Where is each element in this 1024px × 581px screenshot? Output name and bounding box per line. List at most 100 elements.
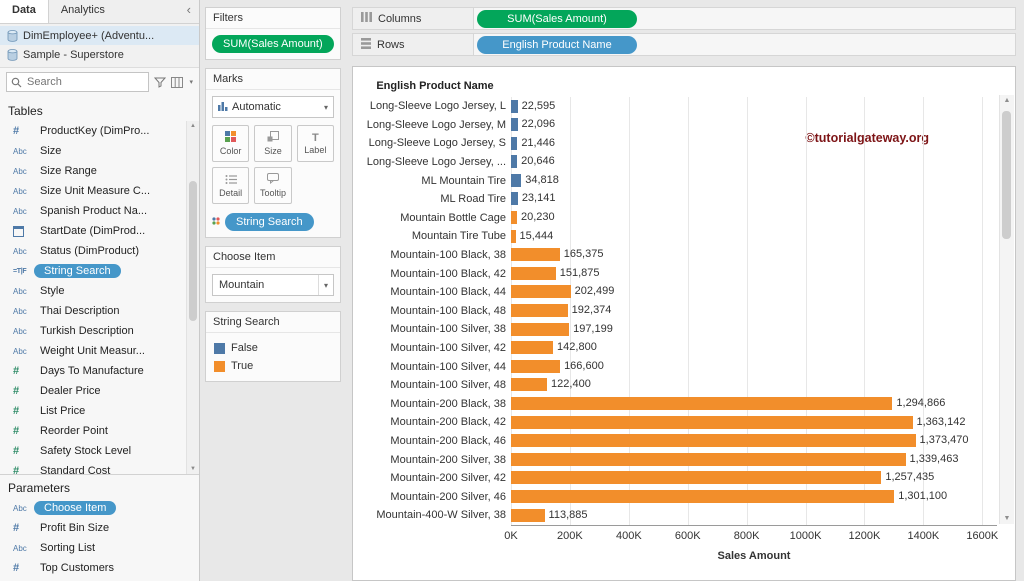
field-item[interactable]: #ProductKey (DimPro... — [0, 121, 185, 141]
bar[interactable] — [511, 490, 894, 503]
bar[interactable] — [511, 341, 553, 354]
scroll-down-icon[interactable]: ▼ — [187, 466, 199, 472]
field-item[interactable]: AbcWeight Unit Measur... — [0, 341, 185, 361]
bar-category-label[interactable]: Mountain-400-W Silver, 38 — [359, 509, 511, 521]
view-options-icon[interactable] — [171, 77, 183, 88]
view-options-caret-icon[interactable]: ▾ — [189, 78, 193, 86]
legend-item-false[interactable]: False — [212, 339, 334, 357]
field-item[interactable]: #Safety Stock Level — [0, 441, 185, 461]
bar[interactable] — [511, 100, 518, 113]
field-item[interactable]: #Standard Cost — [0, 461, 185, 474]
bar-category-label[interactable]: Mountain-200 Black, 38 — [359, 398, 511, 410]
datasource-item[interactable]: DimEmployee+ (Adventu... — [0, 26, 199, 45]
field-item[interactable]: #Reorder Point — [0, 421, 185, 441]
bar-category-label[interactable]: Mountain-200 Silver, 42 — [359, 472, 511, 484]
field-item[interactable]: AbcTurkish Description — [0, 321, 185, 341]
bar[interactable] — [511, 360, 560, 373]
parameter-item[interactable]: #Top Customers — [0, 558, 199, 578]
color-button[interactable]: Color — [212, 125, 249, 162]
bar-category-label[interactable]: Mountain-100 Silver, 48 — [359, 379, 511, 391]
color-pill-string-search[interactable]: String Search — [225, 213, 314, 231]
parameter-item[interactable]: AbcChoose Item — [0, 498, 199, 518]
datasource-item[interactable]: Sample - Superstore — [0, 45, 199, 64]
bar-category-label[interactable]: Mountain-200 Black, 46 — [359, 435, 511, 447]
bar[interactable] — [511, 267, 556, 280]
bar[interactable] — [511, 285, 571, 298]
bar[interactable] — [511, 323, 569, 336]
field-item[interactable]: StartDate (DimProd... — [0, 221, 185, 241]
bar-category-label[interactable]: Mountain-100 Black, 44 — [359, 286, 511, 298]
bar[interactable] — [511, 416, 913, 429]
field-item[interactable]: AbcSize — [0, 141, 185, 161]
scrollbar-thumb[interactable] — [1002, 111, 1011, 239]
rows-shelf-area[interactable]: English Product Name — [474, 33, 1016, 56]
choose-item-dropdown[interactable]: Mountain ▾ — [212, 274, 334, 296]
chart-column-header[interactable]: English Product Name — [359, 80, 511, 92]
field-item[interactable]: =T|FString Search — [0, 261, 185, 281]
search-input[interactable] — [25, 75, 144, 89]
field-item[interactable]: #Days To Manufacture — [0, 361, 185, 381]
bar[interactable] — [511, 471, 881, 484]
label-button[interactable]: T Label — [297, 125, 334, 162]
bar[interactable] — [511, 211, 517, 224]
field-item[interactable]: AbcSize Unit Measure C... — [0, 181, 185, 201]
legend-item-true[interactable]: True — [212, 357, 334, 375]
bar[interactable] — [511, 397, 892, 410]
scroll-down-icon[interactable]: ▼ — [1000, 515, 1014, 522]
bar-category-label[interactable]: Mountain-100 Silver, 44 — [359, 361, 511, 373]
field-item[interactable]: AbcThai Description — [0, 301, 185, 321]
field-item[interactable]: AbcStyle — [0, 281, 185, 301]
bar-category-label[interactable]: Mountain-100 Black, 42 — [359, 268, 511, 280]
size-button[interactable]: Size — [254, 125, 291, 162]
bar-category-label[interactable]: Long-Sleeve Logo Jersey, L — [359, 100, 511, 112]
bar[interactable] — [511, 192, 518, 205]
bar-category-label[interactable]: Mountain-100 Black, 48 — [359, 305, 511, 317]
tab-analytics[interactable]: Analytics — [49, 0, 117, 23]
bar[interactable] — [511, 434, 916, 447]
parameter-item[interactable]: AbcSorting List — [0, 538, 199, 558]
bar[interactable] — [511, 509, 545, 522]
bar[interactable] — [511, 137, 517, 150]
bar-category-label[interactable]: Mountain-200 Silver, 46 — [359, 491, 511, 503]
bar-category-label[interactable]: Mountain-100 Silver, 42 — [359, 342, 511, 354]
bar-category-label[interactable]: ML Road Tire — [359, 193, 511, 205]
bar[interactable] — [511, 155, 517, 168]
collapse-pane-icon[interactable]: ‹ — [179, 0, 199, 23]
field-item[interactable]: AbcStatus (DimProduct) — [0, 241, 185, 261]
scroll-up-icon[interactable]: ▲ — [1000, 97, 1014, 104]
bar-category-label[interactable]: Mountain Bottle Cage — [359, 212, 511, 224]
bar-category-label[interactable]: Long-Sleeve Logo Jersey, ... — [359, 156, 511, 168]
sidebar-scrollbar[interactable]: ▲ ▼ — [186, 121, 199, 474]
bar-category-label[interactable]: ML Mountain Tire — [359, 175, 511, 187]
filter-pill-sales-amount[interactable]: SUM(Sales Amount) — [212, 35, 334, 53]
rows-pill-english-product-name[interactable]: English Product Name — [477, 36, 637, 54]
detail-button[interactable]: Detail — [212, 167, 249, 204]
field-item[interactable]: AbcSpanish Product Na... — [0, 201, 185, 221]
bar[interactable] — [511, 378, 547, 391]
filter-funnel-icon[interactable] — [154, 77, 166, 88]
bar-category-label[interactable]: Mountain-100 Silver, 38 — [359, 323, 511, 335]
bar-category-label[interactable]: Long-Sleeve Logo Jersey, S — [359, 137, 511, 149]
field-item[interactable]: AbcSize Range — [0, 161, 185, 181]
bar[interactable] — [511, 230, 516, 243]
bar-category-label[interactable]: Mountain-200 Silver, 38 — [359, 454, 511, 466]
tooltip-button[interactable]: Tooltip — [254, 167, 291, 204]
tab-data[interactable]: Data — [0, 0, 49, 23]
field-item[interactable]: #List Price — [0, 401, 185, 421]
bar[interactable] — [511, 453, 906, 466]
bar-category-label[interactable]: Mountain-200 Black, 42 — [359, 416, 511, 428]
mark-type-dropdown[interactable]: Automatic ▾ — [212, 96, 334, 118]
bar-category-label[interactable]: Mountain Tire Tube — [359, 230, 511, 242]
bar-category-label[interactable]: Mountain-100 Black, 38 — [359, 249, 511, 261]
bar-category-label[interactable]: Long-Sleeve Logo Jersey, M — [359, 119, 511, 131]
field-item[interactable]: #Dealer Price — [0, 381, 185, 401]
bar[interactable] — [511, 174, 521, 187]
bar[interactable] — [511, 248, 560, 261]
bar[interactable] — [511, 304, 568, 317]
chevron-down-icon[interactable]: ▾ — [318, 275, 333, 295]
search-input-wrap[interactable] — [6, 72, 149, 92]
bar[interactable] — [511, 118, 518, 131]
columns-pill-sales-amount[interactable]: SUM(Sales Amount) — [477, 10, 637, 28]
scroll-up-icon[interactable]: ▲ — [187, 123, 199, 129]
columns-shelf-area[interactable]: SUM(Sales Amount) — [474, 7, 1016, 30]
